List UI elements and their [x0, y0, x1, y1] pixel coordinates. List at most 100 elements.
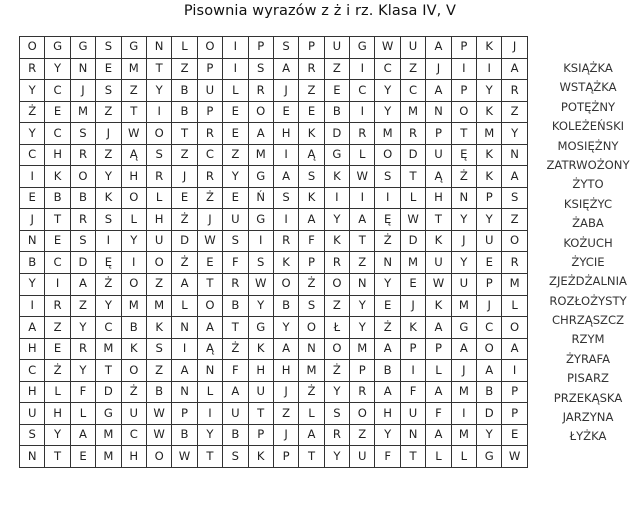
- grid-cell[interactable]: H: [425, 186, 452, 210]
- grid-cell[interactable]: M: [69, 100, 97, 124]
- grid-cell[interactable]: O: [196, 294, 224, 318]
- grid-cell[interactable]: Y: [196, 423, 224, 447]
- grid-cell[interactable]: G: [349, 36, 376, 59]
- grid-cell[interactable]: O: [247, 100, 274, 124]
- grid-cell[interactable]: L: [399, 186, 427, 210]
- grid-cell[interactable]: B: [323, 100, 351, 124]
- grid-cell[interactable]: I: [374, 186, 401, 210]
- grid-cell[interactable]: S: [95, 208, 122, 231]
- grid-cell[interactable]: S: [272, 36, 300, 59]
- grid-cell[interactable]: S: [69, 229, 97, 253]
- grid-cell[interactable]: A: [501, 165, 528, 188]
- grid-cell[interactable]: Ż: [171, 251, 198, 275]
- grid-cell[interactable]: H: [247, 359, 274, 382]
- grid-cell[interactable]: E: [222, 122, 249, 145]
- grid-cell[interactable]: S: [69, 122, 97, 145]
- grid-cell[interactable]: Y: [450, 208, 478, 231]
- grid-cell[interactable]: R: [222, 273, 249, 296]
- grid-cell[interactable]: E: [69, 445, 97, 468]
- grid-cell[interactable]: S: [95, 36, 122, 59]
- grid-cell[interactable]: G: [95, 402, 122, 425]
- grid-cell[interactable]: R: [501, 251, 528, 275]
- grid-cell[interactable]: O: [476, 337, 503, 361]
- grid-cell[interactable]: K: [95, 186, 122, 210]
- grid-cell[interactable]: R: [349, 122, 376, 145]
- grid-cell[interactable]: Z: [222, 143, 249, 167]
- grid-cell[interactable]: L: [44, 380, 71, 404]
- grid-cell[interactable]: R: [501, 79, 528, 102]
- grid-cell[interactable]: P: [501, 380, 528, 404]
- grid-cell[interactable]: M: [95, 445, 122, 468]
- grid-cell[interactable]: L: [222, 79, 249, 102]
- grid-cell[interactable]: M: [298, 359, 325, 382]
- grid-cell[interactable]: T: [120, 100, 147, 124]
- grid-cell[interactable]: S: [18, 423, 46, 447]
- grid-cell[interactable]: J: [476, 294, 503, 318]
- grid-cell[interactable]: O: [501, 229, 528, 253]
- grid-cell[interactable]: K: [425, 229, 452, 253]
- grid-cell[interactable]: M: [349, 337, 376, 361]
- grid-cell[interactable]: Y: [222, 165, 249, 188]
- grid-cell[interactable]: I: [247, 229, 274, 253]
- grid-cell[interactable]: W: [247, 273, 274, 296]
- grid-cell[interactable]: Ż: [323, 359, 351, 382]
- grid-cell[interactable]: R: [298, 57, 325, 81]
- grid-cell[interactable]: U: [425, 251, 452, 275]
- grid-cell[interactable]: W: [145, 423, 173, 447]
- grid-cell[interactable]: R: [44, 294, 71, 318]
- grid-cell[interactable]: I: [501, 359, 528, 382]
- grid-cell[interactable]: C: [399, 79, 427, 102]
- grid-cell[interactable]: B: [222, 294, 249, 318]
- grid-cell[interactable]: C: [476, 316, 503, 339]
- grid-cell[interactable]: S: [323, 402, 351, 425]
- grid-cell[interactable]: J: [272, 423, 300, 447]
- grid-cell[interactable]: K: [298, 122, 325, 145]
- grid-cell[interactable]: P: [425, 337, 452, 361]
- grid-cell[interactable]: Ą: [196, 337, 224, 361]
- grid-cell[interactable]: Y: [374, 79, 401, 102]
- grid-cell[interactable]: T: [450, 122, 478, 145]
- grid-cell[interactable]: I: [272, 143, 300, 167]
- grid-cell[interactable]: I: [222, 36, 249, 59]
- grid-cell[interactable]: A: [425, 423, 452, 447]
- grid-cell[interactable]: K: [425, 294, 452, 318]
- grid-cell[interactable]: J: [196, 208, 224, 231]
- grid-cell[interactable]: I: [145, 100, 173, 124]
- grid-cell[interactable]: O: [18, 36, 46, 59]
- grid-cell[interactable]: J: [69, 79, 97, 102]
- grid-cell[interactable]: J: [272, 380, 300, 404]
- grid-cell[interactable]: Z: [501, 100, 528, 124]
- grid-cell[interactable]: Y: [18, 79, 46, 102]
- grid-cell[interactable]: Y: [247, 294, 274, 318]
- grid-cell[interactable]: Y: [69, 359, 97, 382]
- grid-cell[interactable]: P: [247, 423, 274, 447]
- grid-cell[interactable]: M: [95, 337, 122, 361]
- grid-cell[interactable]: W: [171, 445, 198, 468]
- grid-cell[interactable]: B: [222, 423, 249, 447]
- grid-cell[interactable]: T: [171, 122, 198, 145]
- grid-cell[interactable]: A: [476, 359, 503, 382]
- grid-cell[interactable]: I: [323, 186, 351, 210]
- grid-cell[interactable]: L: [450, 445, 478, 468]
- grid-cell[interactable]: Ż: [374, 229, 401, 253]
- grid-cell[interactable]: O: [69, 165, 97, 188]
- grid-cell[interactable]: U: [450, 273, 478, 296]
- grid-cell[interactable]: O: [374, 143, 401, 167]
- grid-cell[interactable]: I: [95, 229, 122, 253]
- grid-cell[interactable]: S: [298, 165, 325, 188]
- grid-cell[interactable]: Ż: [171, 208, 198, 231]
- grid-cell[interactable]: O: [323, 337, 351, 361]
- grid-cell[interactable]: U: [399, 402, 427, 425]
- grid-cell[interactable]: S: [145, 143, 173, 167]
- grid-cell[interactable]: D: [399, 229, 427, 253]
- grid-cell[interactable]: E: [196, 251, 224, 275]
- grid-cell[interactable]: J: [95, 122, 122, 145]
- grid-cell[interactable]: R: [247, 79, 274, 102]
- grid-cell[interactable]: D: [69, 251, 97, 275]
- grid-cell[interactable]: T: [44, 208, 71, 231]
- grid-cell[interactable]: A: [272, 337, 300, 361]
- grid-cell[interactable]: F: [298, 229, 325, 253]
- grid-cell[interactable]: H: [44, 143, 71, 167]
- grid-cell[interactable]: M: [145, 294, 173, 318]
- grid-cell[interactable]: Y: [450, 251, 478, 275]
